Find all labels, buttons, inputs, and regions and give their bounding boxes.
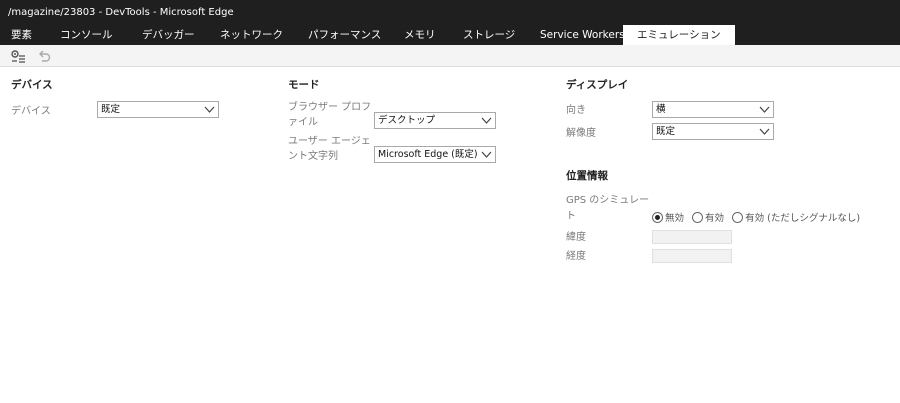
radio-unchecked-icon[interactable] <box>692 211 704 223</box>
device-label: デバイス <box>11 106 51 117</box>
radio-checked-icon[interactable] <box>652 211 663 223</box>
tab-memory[interactable]: メモリ <box>404 25 436 45</box>
undo-icon[interactable] <box>36 48 52 64</box>
chevron-down-icon <box>481 117 492 124</box>
orientation-label: 向き <box>566 105 586 116</box>
gps-radio-group: 無効 有効 有効 (ただしシグナルなし) <box>652 210 865 226</box>
chevron-down-icon <box>759 106 770 113</box>
mode-section-title: モード <box>288 79 320 91</box>
user-agent-label-line2: ント文字列 <box>288 151 338 162</box>
devtools-tab-bar: 要素 コンソール デバッガー ネットワーク パフォーマンス メモリ ストレージ … <box>0 25 900 45</box>
tab-emulation[interactable]: エミュレーション <box>623 25 735 45</box>
resolution-select[interactable]: 既定 <box>652 123 774 140</box>
window-title: /magazine/23803 - DevTools - Microsoft E… <box>8 7 234 18</box>
device-select-value: 既定 <box>101 104 121 115</box>
longitude-input[interactable] <box>652 249 732 263</box>
emulation-toolbar <box>0 45 900 67</box>
latitude-label: 緯度 <box>566 232 586 243</box>
gps-option-on[interactable]: 有効 <box>692 210 724 224</box>
device-select[interactable]: 既定 <box>97 101 219 118</box>
browser-profile-select[interactable]: デスクトップ <box>374 112 496 129</box>
tab-elements[interactable]: 要素 <box>11 25 32 45</box>
display-section-title: ディスプレイ <box>566 79 629 91</box>
gps-option-off-label: 無効 <box>665 213 685 224</box>
tab-console[interactable]: コンソール <box>60 25 113 45</box>
gps-option-no-signal-label: 有効 (ただしシグナルなし) <box>745 213 861 224</box>
orientation-select[interactable]: 横 <box>652 101 774 118</box>
user-agent-label-line1: ユーザー エージェ <box>288 136 371 147</box>
tab-storage[interactable]: ストレージ <box>463 25 515 45</box>
gps-option-off[interactable]: 無効 <box>652 210 684 224</box>
window-title-bar: /magazine/23803 - DevTools - Microsoft E… <box>0 0 900 25</box>
browser-profile-label-line2: ァイル <box>288 117 318 128</box>
device-section-title: デバイス <box>11 79 53 91</box>
chevron-down-icon <box>481 151 492 158</box>
longitude-label: 経度 <box>566 251 586 262</box>
latitude-input[interactable] <box>652 230 732 244</box>
resolution-label: 解像度 <box>566 128 596 139</box>
resolution-value: 既定 <box>656 126 676 137</box>
tab-network[interactable]: ネットワーク <box>220 25 283 45</box>
radio-unchecked-icon[interactable] <box>732 211 744 223</box>
chevron-down-icon <box>204 106 215 113</box>
settings-list-icon[interactable] <box>10 48 26 64</box>
geolocation-section-title: 位置情報 <box>566 170 608 182</box>
orientation-value: 横 <box>656 104 666 115</box>
gps-option-no-signal[interactable]: 有効 (ただしシグナルなし) <box>732 210 860 224</box>
tab-performance[interactable]: パフォーマンス <box>308 25 381 45</box>
browser-profile-label-line1: ブラウザー プロフ <box>288 102 372 113</box>
user-agent-select[interactable]: Microsoft Edge (既定) <box>374 146 496 163</box>
user-agent-value: Microsoft Edge (既定) <box>378 149 478 160</box>
gps-simulate-label-line2: ト <box>566 211 576 222</box>
gps-simulate-label-line1: GPS のシミュレー <box>566 195 650 206</box>
tab-debugger[interactable]: デバッガー <box>142 25 195 45</box>
chevron-down-icon <box>759 128 770 135</box>
browser-profile-value: デスクトップ <box>378 115 436 126</box>
tab-service-workers[interactable]: Service Workers <box>540 25 625 45</box>
gps-option-on-label: 有効 <box>705 213 725 224</box>
